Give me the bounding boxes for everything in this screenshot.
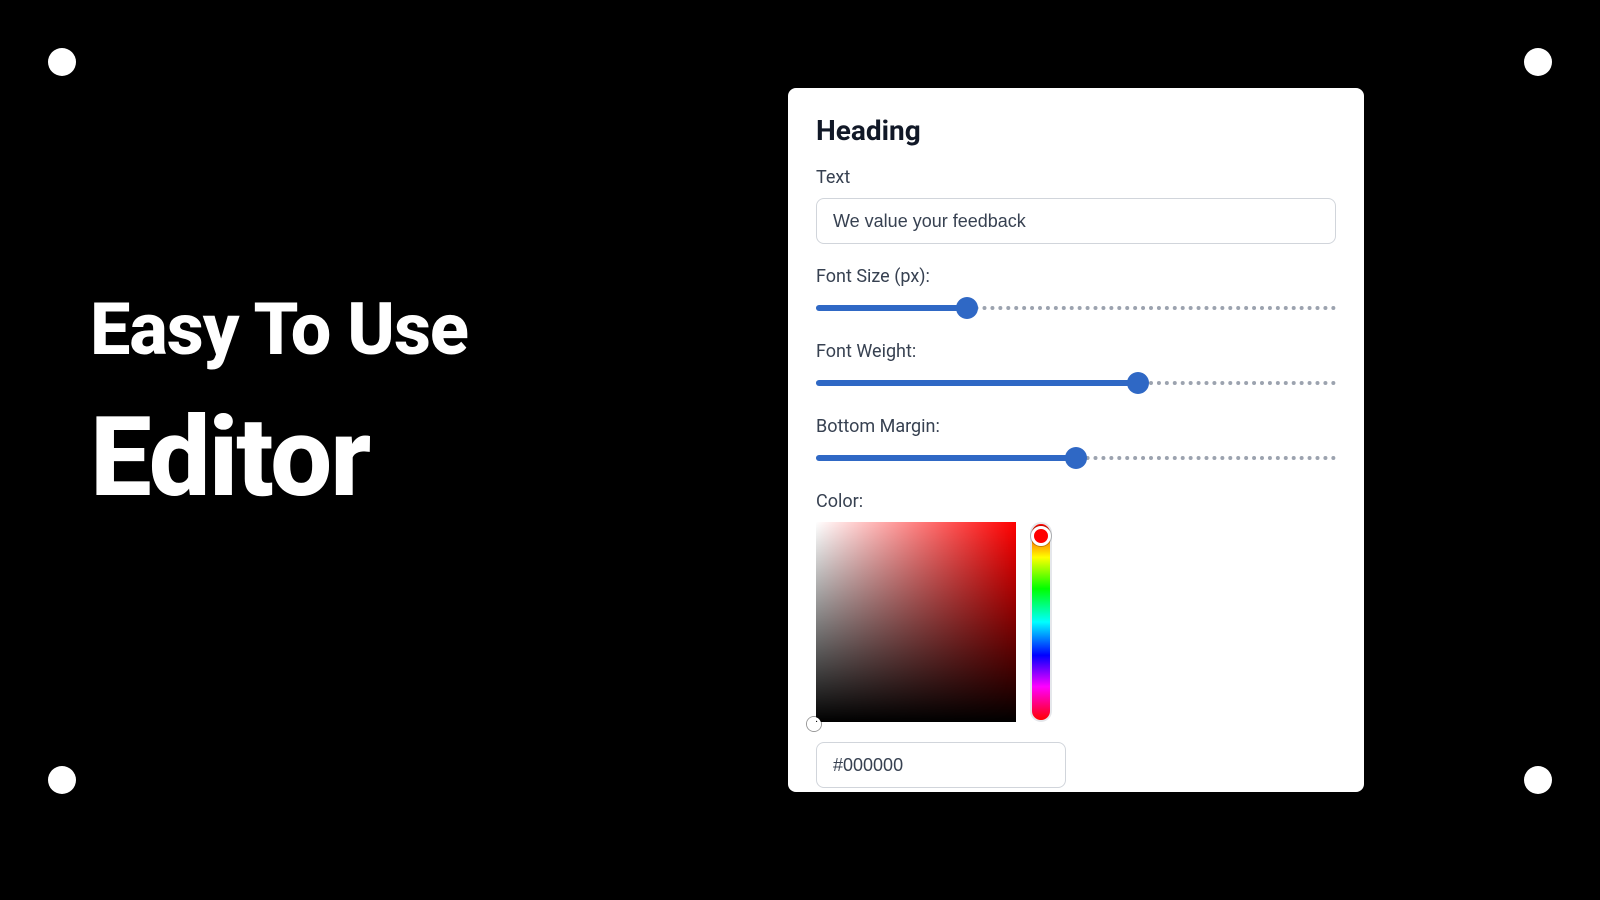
decorative-dot [48, 48, 76, 76]
slider-thumb[interactable] [1127, 372, 1149, 394]
color-group: Color: [816, 491, 1336, 788]
slider-thumb[interactable] [956, 297, 978, 319]
decorative-dot [1524, 48, 1552, 76]
hero-text: Easy To Use Editor [90, 290, 468, 522]
font-weight-label: Font Weight: [816, 341, 1336, 362]
color-saturation-value-picker[interactable] [816, 522, 1016, 722]
color-label: Color: [816, 491, 1336, 512]
hero-line-2: Editor [90, 395, 468, 522]
panel-title: Heading [816, 114, 1336, 147]
decorative-dot [48, 766, 76, 794]
hero-line-1: Easy To Use [90, 290, 468, 369]
slider-fill [816, 455, 1076, 461]
slider-thumb[interactable] [1065, 447, 1087, 469]
font-size-label: Font Size (px): [816, 266, 1336, 287]
color-hue-slider[interactable] [1030, 522, 1052, 722]
slider-fill [816, 305, 967, 311]
color-hex-input[interactable] [816, 742, 1066, 788]
text-label: Text [816, 167, 1336, 188]
color-sv-cursor[interactable] [807, 717, 821, 731]
font-size-slider[interactable] [816, 297, 1336, 319]
color-hue-thumb[interactable] [1031, 526, 1051, 546]
text-group: Text [816, 167, 1336, 244]
decorative-dot [1524, 766, 1552, 794]
font-weight-slider[interactable] [816, 372, 1336, 394]
heading-text-input[interactable] [816, 198, 1336, 244]
bottom-margin-label: Bottom Margin: [816, 416, 1336, 437]
bottom-margin-group: Bottom Margin: [816, 416, 1336, 469]
font-weight-group: Font Weight: [816, 341, 1336, 394]
editor-panel: Heading Text Font Size (px): Font Weight… [788, 88, 1364, 792]
slider-fill [816, 380, 1138, 386]
font-size-group: Font Size (px): [816, 266, 1336, 319]
bottom-margin-slider[interactable] [816, 447, 1336, 469]
